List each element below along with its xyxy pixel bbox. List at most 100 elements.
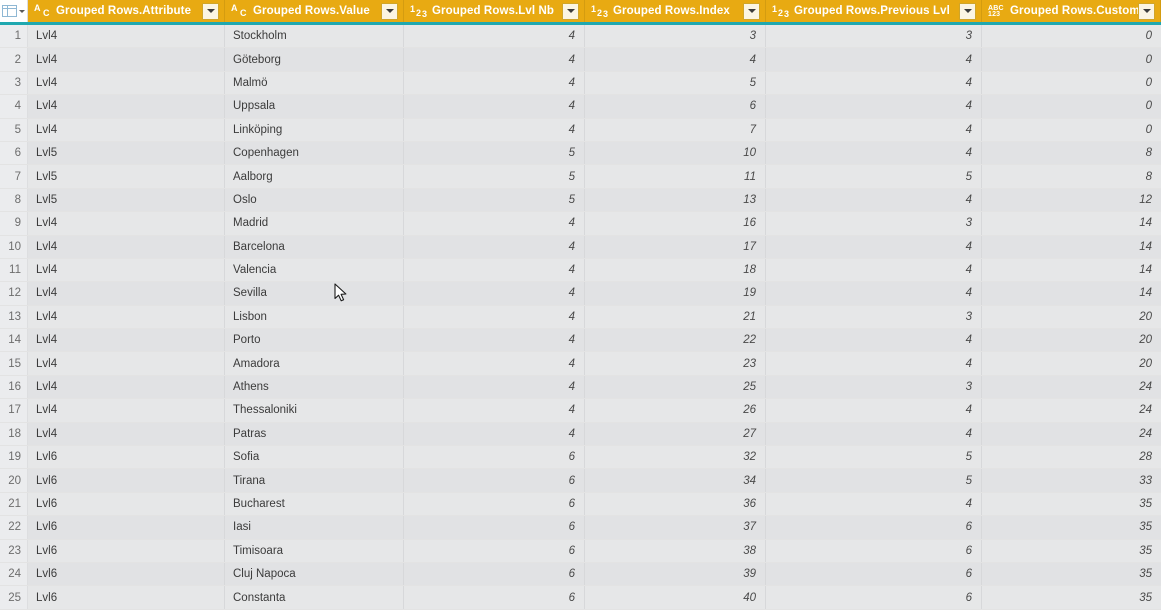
cell-grouped-rows-value[interactable]: Barcelona	[225, 235, 404, 258]
row-number-cell[interactable]: 5	[0, 118, 28, 141]
cell-grouped-rows-previous-lvl[interactable]: 4	[766, 282, 982, 305]
cell-grouped-rows-lvl-nb[interactable]: 5	[404, 188, 585, 212]
cell-grouped-rows-previous-lvl[interactable]: 3	[766, 375, 982, 399]
row-number-cell[interactable]: 23	[0, 539, 28, 562]
column-header-grouped-rows-lvl-nb[interactable]: 123 Grouped Rows.Lvl Nb	[404, 0, 585, 22]
filter-dropdown-icon[interactable]	[959, 2, 976, 20]
cell-grouped-rows-previous-lvl[interactable]: 3	[766, 305, 982, 329]
cell-grouped-rows-previous-lvl[interactable]: 4	[766, 71, 982, 95]
cell-grouped-rows-attribute[interactable]: Lvl4	[28, 71, 225, 95]
cell-grouped-rows-attribute[interactable]: Lvl4	[28, 212, 225, 235]
table-row[interactable]: 9 Lvl4 Madrid 4 16 3 14	[0, 212, 1161, 236]
row-number-cell[interactable]: 22	[0, 516, 28, 539]
row-number-cell[interactable]: 2	[0, 48, 28, 71]
filter-dropdown-icon[interactable]	[381, 2, 398, 20]
table-row[interactable]: 13 Lvl4 Lisbon 4 21 3 20	[0, 305, 1161, 330]
cell-grouped-rows-custom[interactable]: 24	[982, 399, 1161, 421]
cell-grouped-rows-custom[interactable]: 35	[982, 563, 1161, 585]
cell-grouped-rows-custom[interactable]: 12	[982, 189, 1161, 211]
cell-grouped-rows-lvl-nb[interactable]: 5	[404, 165, 585, 188]
cell-grouped-rows-lvl-nb[interactable]: 6	[404, 446, 585, 469]
row-number-cell[interactable]: 20	[0, 469, 28, 492]
table-row[interactable]: 23 Lvl6 Timisoara 6 38 6 35	[0, 539, 1161, 563]
cell-grouped-rows-index[interactable]: 26	[585, 399, 766, 422]
cell-grouped-rows-value[interactable]: Göteborg	[225, 48, 404, 71]
cell-grouped-rows-previous-lvl[interactable]: 6	[766, 562, 982, 586]
cell-grouped-rows-index[interactable]: 3	[585, 25, 766, 48]
cell-grouped-rows-lvl-nb[interactable]: 6	[404, 516, 585, 539]
cell-grouped-rows-lvl-nb[interactable]: 4	[404, 305, 585, 329]
table-row[interactable]: 18 Lvl4 Patras 4 27 4 24	[0, 422, 1161, 447]
table-row[interactable]: 3 Lvl4 Malmö 4 5 4 0	[0, 71, 1161, 96]
cell-grouped-rows-lvl-nb[interactable]: 4	[404, 71, 585, 95]
cell-grouped-rows-index[interactable]: 40	[585, 586, 766, 609]
cell-grouped-rows-previous-lvl[interactable]: 4	[766, 492, 982, 516]
cell-grouped-rows-custom[interactable]: 14	[982, 236, 1161, 258]
cell-grouped-rows-value[interactable]: Stockholm	[225, 25, 404, 48]
cell-grouped-rows-index[interactable]: 27	[585, 422, 766, 446]
table-row[interactable]: 14 Lvl4 Porto 4 22 4 20	[0, 329, 1161, 353]
cell-grouped-rows-lvl-nb[interactable]: 6	[404, 469, 585, 492]
cell-grouped-rows-value[interactable]: Copenhagen	[225, 141, 404, 165]
cell-grouped-rows-index[interactable]: 21	[585, 305, 766, 329]
table-row[interactable]: 16 Lvl4 Athens 4 25 3 24	[0, 375, 1161, 400]
cell-grouped-rows-previous-lvl[interactable]: 4	[766, 188, 982, 212]
cell-grouped-rows-value[interactable]: Sofia	[225, 446, 404, 469]
cell-grouped-rows-attribute[interactable]: Lvl4	[28, 258, 225, 282]
cell-grouped-rows-index[interactable]: 32	[585, 446, 766, 469]
cell-grouped-rows-lvl-nb[interactable]: 4	[404, 118, 585, 141]
row-number-cell[interactable]: 24	[0, 562, 28, 586]
cell-grouped-rows-value[interactable]: Iasi	[225, 516, 404, 539]
cell-grouped-rows-index[interactable]: 19	[585, 282, 766, 305]
data-rows-container[interactable]: 1 Lvl4 Stockholm 4 3 3 0 2 Lvl4 Göteborg 4 4 4 0 3 Lvl4…	[0, 25, 1161, 615]
filter-dropdown-icon[interactable]	[1138, 2, 1155, 20]
cell-grouped-rows-index[interactable]: 4	[585, 48, 766, 71]
cell-grouped-rows-value[interactable]: Aalborg	[225, 165, 404, 188]
cell-grouped-rows-attribute[interactable]: Lvl5	[28, 165, 225, 188]
row-number-cell[interactable]: 14	[0, 329, 28, 352]
cell-grouped-rows-value[interactable]: Lisbon	[225, 305, 404, 329]
cell-grouped-rows-custom[interactable]: 14	[982, 212, 1161, 234]
cell-grouped-rows-previous-lvl[interactable]: 5	[766, 165, 982, 188]
cell-grouped-rows-lvl-nb[interactable]: 4	[404, 235, 585, 258]
cell-grouped-rows-custom[interactable]: 24	[982, 376, 1161, 398]
cell-grouped-rows-value[interactable]: Athens	[225, 375, 404, 399]
cell-grouped-rows-attribute[interactable]: Lvl4	[28, 48, 225, 71]
cell-grouped-rows-lvl-nb[interactable]: 6	[404, 492, 585, 516]
cell-grouped-rows-attribute[interactable]: Lvl6	[28, 469, 225, 492]
cell-grouped-rows-value[interactable]: Constanta	[225, 586, 404, 609]
cell-grouped-rows-index[interactable]: 17	[585, 235, 766, 258]
cell-grouped-rows-lvl-nb[interactable]: 4	[404, 48, 585, 71]
table-row[interactable]: 11 Lvl4 Valencia 4 18 4 14	[0, 258, 1161, 283]
cell-grouped-rows-value[interactable]: Thessaloniki	[225, 399, 404, 422]
cell-grouped-rows-previous-lvl[interactable]: 4	[766, 399, 982, 422]
cell-grouped-rows-custom[interactable]: 35	[982, 586, 1161, 608]
cell-grouped-rows-lvl-nb[interactable]: 6	[404, 586, 585, 609]
cell-grouped-rows-custom[interactable]: 0	[982, 95, 1161, 117]
filter-dropdown-icon[interactable]	[202, 2, 219, 20]
cell-grouped-rows-lvl-nb[interactable]: 4	[404, 329, 585, 352]
table-row[interactable]: 10 Lvl4 Barcelona 4 17 4 14	[0, 235, 1161, 259]
cell-grouped-rows-previous-lvl[interactable]: 4	[766, 329, 982, 352]
column-header-grouped-rows-attribute[interactable]: AC Grouped Rows.Attribute	[28, 0, 225, 22]
cell-grouped-rows-previous-lvl[interactable]: 4	[766, 141, 982, 165]
cell-grouped-rows-custom[interactable]: 35	[982, 516, 1161, 538]
cell-grouped-rows-lvl-nb[interactable]: 4	[404, 95, 585, 118]
cell-grouped-rows-index[interactable]: 25	[585, 375, 766, 399]
table-row[interactable]: 6 Lvl5 Copenhagen 5 10 4 8	[0, 141, 1161, 166]
cell-grouped-rows-lvl-nb[interactable]: 4	[404, 352, 585, 375]
cell-grouped-rows-previous-lvl[interactable]: 3	[766, 25, 982, 48]
cell-grouped-rows-value[interactable]: Timisoara	[225, 539, 404, 562]
cell-grouped-rows-attribute[interactable]: Lvl6	[28, 586, 225, 609]
cell-grouped-rows-index[interactable]: 36	[585, 492, 766, 516]
cell-grouped-rows-lvl-nb[interactable]: 6	[404, 539, 585, 562]
cell-grouped-rows-index[interactable]: 5	[585, 71, 766, 95]
cell-grouped-rows-value[interactable]: Patras	[225, 422, 404, 446]
cell-grouped-rows-value[interactable]: Porto	[225, 329, 404, 352]
cell-grouped-rows-attribute[interactable]: Lvl5	[28, 188, 225, 212]
row-number-cell[interactable]: 10	[0, 235, 28, 258]
cell-grouped-rows-previous-lvl[interactable]: 5	[766, 469, 982, 492]
cell-grouped-rows-lvl-nb[interactable]: 4	[404, 212, 585, 235]
cell-grouped-rows-custom[interactable]: 0	[982, 48, 1161, 70]
row-number-cell[interactable]: 6	[0, 141, 28, 165]
